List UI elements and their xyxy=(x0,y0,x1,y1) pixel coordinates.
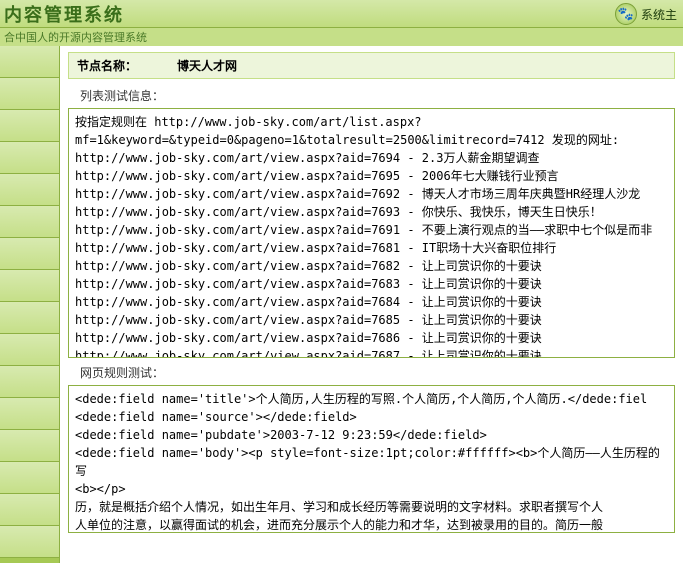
list-test-label: 列表测试信息： xyxy=(68,81,675,108)
sidebar-item[interactable] xyxy=(0,334,59,366)
header-right: 🐾 系统主 xyxy=(615,3,677,25)
sidebar-item[interactable] xyxy=(0,78,59,110)
sidebar-item[interactable] xyxy=(0,238,59,270)
sidebar xyxy=(0,46,60,563)
sidebar-item[interactable] xyxy=(0,142,59,174)
sidebar-item[interactable] xyxy=(0,46,59,78)
sidebar-item[interactable] xyxy=(0,206,59,238)
node-name-label: 节点名称： xyxy=(77,57,137,74)
sidebar-item[interactable] xyxy=(0,174,59,206)
paw-icon[interactable]: 🐾 xyxy=(615,3,637,25)
app-title: 内容管理系统 xyxy=(4,1,124,27)
app-subtitle: 合中国人的开源内容管理系统 xyxy=(4,29,147,45)
sidebar-item[interactable] xyxy=(0,526,59,558)
sidebar-item[interactable] xyxy=(0,366,59,398)
sidebar-item[interactable] xyxy=(0,270,59,302)
sidebar-item[interactable] xyxy=(0,110,59,142)
node-name-row: 节点名称： 博天人才网 xyxy=(68,52,675,79)
sidebar-item[interactable] xyxy=(0,398,59,430)
main-layout: 节点名称： 博天人才网 列表测试信息： 按指定规则在 http://www.jo… xyxy=(0,46,683,563)
sidebar-item[interactable] xyxy=(0,430,59,462)
sidebar-item[interactable] xyxy=(0,462,59,494)
list-test-output[interactable]: 按指定规则在 http://www.job-sky.com/art/list.a… xyxy=(68,108,675,358)
node-name-value: 博天人才网 xyxy=(177,57,237,74)
app-subtitle-row: 合中国人的开源内容管理系统 xyxy=(0,28,683,46)
page-rule-test-output[interactable]: <dede:field name='title'>个人简历,人生历程的写照.个人… xyxy=(68,385,675,533)
system-link[interactable]: 系统主 xyxy=(641,6,677,23)
sidebar-item[interactable] xyxy=(0,302,59,334)
main-content: 节点名称： 博天人才网 列表测试信息： 按指定规则在 http://www.jo… xyxy=(60,46,683,563)
page-rule-test-label: 网页规则测试： xyxy=(68,358,675,385)
app-header: 内容管理系统 🐾 系统主 xyxy=(0,0,683,28)
sidebar-item[interactable] xyxy=(0,494,59,526)
